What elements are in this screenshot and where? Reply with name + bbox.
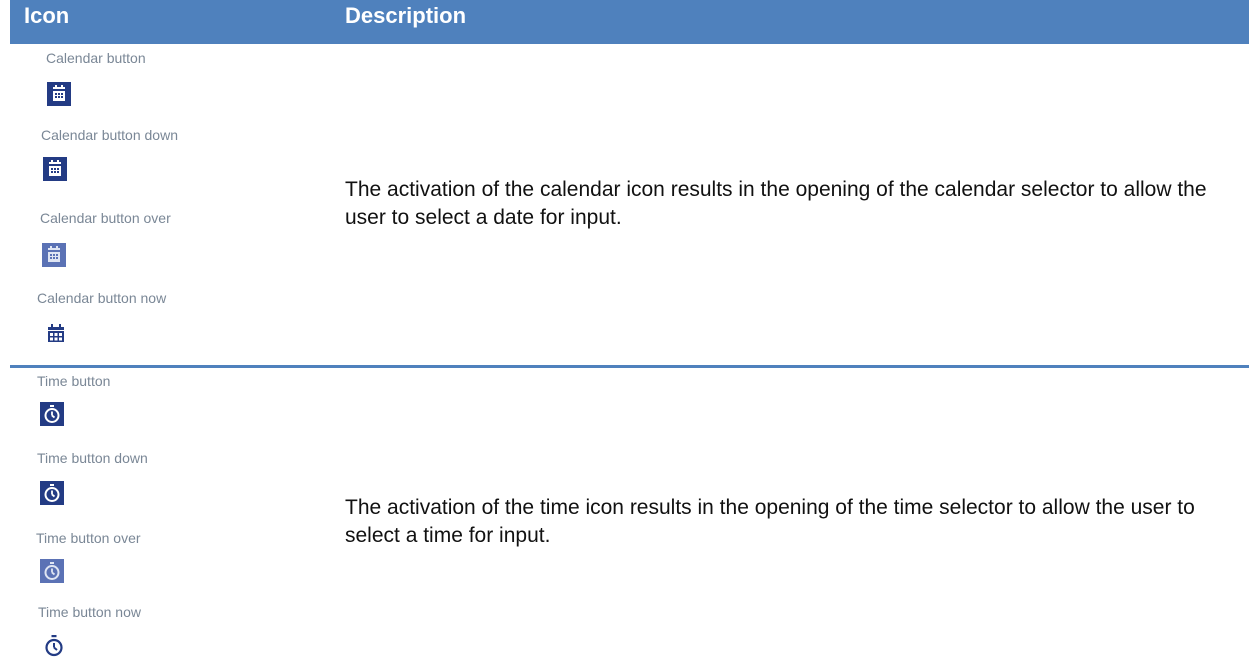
calendar-button-down-entry: Calendar button down (41, 127, 178, 143)
time-button-over-entry: Time button over (36, 530, 141, 546)
calendar-icon[interactable] (43, 157, 67, 181)
time-button-down-entry: Time button down (37, 450, 148, 466)
table-header: Icon Description (10, 0, 1249, 44)
calendar-icon[interactable] (44, 322, 68, 346)
stopwatch-icon[interactable] (40, 481, 64, 505)
calendar-icon[interactable] (47, 82, 71, 106)
calendar-button-entry: Calendar button (46, 50, 146, 66)
row-divider (10, 365, 1249, 368)
calendar-button-now-label: Calendar button now (37, 290, 167, 306)
stopwatch-icon[interactable] (42, 634, 66, 658)
time-button-now-entry: Time button now (38, 604, 141, 620)
stopwatch-icon[interactable] (40, 559, 64, 583)
time-button-label: Time button (37, 373, 111, 389)
time-description: The activation of the time icon results … (345, 496, 1195, 547)
time-button-over-label: Time button over (36, 530, 141, 546)
stopwatch-icon[interactable] (40, 402, 64, 426)
time-button-now-label: Time button now (38, 604, 141, 620)
time-button-entry: Time button (37, 373, 110, 389)
calendar-description: The activation of the calendar icon resu… (345, 178, 1207, 229)
calendar-button-down-label: Calendar button down (41, 127, 178, 143)
calendar-icon[interactable] (42, 243, 66, 267)
calendar-button-over-label: Calendar button over (40, 210, 171, 226)
calendar-button-over-entry: Calendar button over (40, 210, 171, 226)
icon-column-header: Icon (24, 3, 70, 28)
description-column-header: Description (345, 3, 467, 28)
time-button-down-label: Time button down (37, 450, 148, 466)
calendar-button-label: Calendar button (46, 50, 146, 66)
calendar-button-now-entry: Calendar button now (37, 290, 166, 306)
